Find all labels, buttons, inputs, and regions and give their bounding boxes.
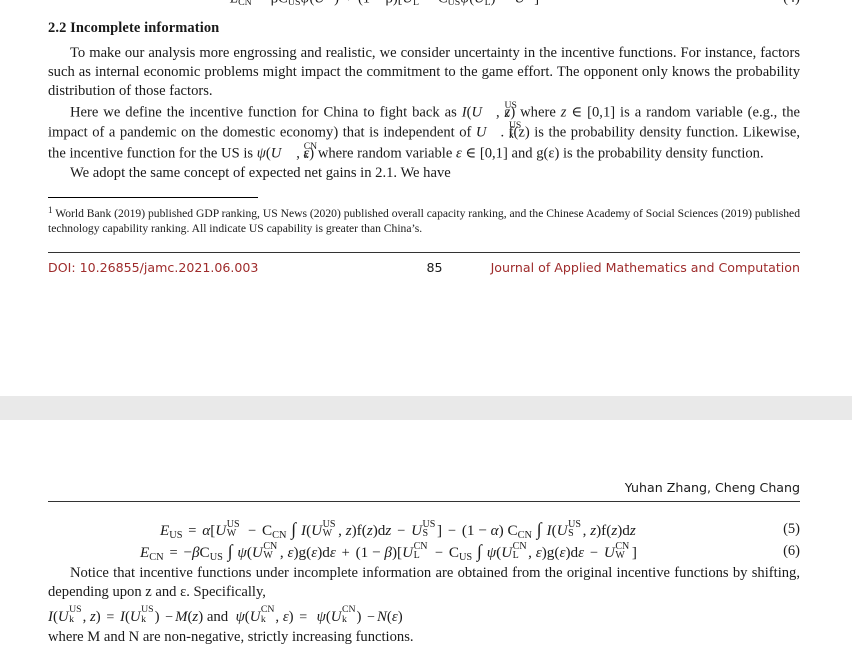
par2-text-a: Here we define the incentive function fo…: [70, 104, 462, 121]
equation-6-row: ECN = −βCUS ∫ ψ(U CN W, ε)g(ε)dε + (1 − β)…: [48, 540, 800, 563]
footnote-separator-rule: [48, 197, 258, 199]
footnote-text: World Bank (2019) published GDP ranking,…: [48, 207, 800, 236]
page-2-content: Yuhan Zhang, Cheng Chang EUS = α[U US W − …: [0, 420, 852, 647]
display-equations: EUS = α[U US W − CCN ∫ I(U US W, z)f(z)dz − …: [48, 518, 800, 563]
page-separator-gap: [0, 396, 852, 420]
par2-text-e: where random variable: [314, 145, 456, 162]
section-heading-2-2: 2.2 Incomplete information: [48, 20, 220, 36]
footnote-marker: 1: [48, 205, 53, 216]
par2-text-f: ∈ [0,1] and g(ε) is the probability dens…: [461, 145, 764, 162]
paragraph-expected-net-gains: We adopt the same concept of expected ne…: [70, 165, 451, 181]
page-number: 85: [426, 259, 443, 275]
pdf-viewer[interactable]: LCN = βCUSψ(UW) + (1 − β)[UL − CUSψ(UL) …: [0, 0, 852, 652]
math-I-symbol: I: [461, 104, 467, 121]
equation-6-body: ECN = −βCUS ∫ ψ(U CN W, ε)g(ε)dε + (1 − β)…: [140, 540, 637, 563]
inline-equation-shift-definitions: I(U US k, z) = I(U US k) − M(z) and ψ(U CN k, ε…: [48, 604, 403, 626]
paragraph-notice-shifting: Notice that incentive functions under in…: [48, 565, 800, 601]
clipped-equation-4-tag: (4): [783, 0, 800, 7]
equation-6-tag: (6): [783, 543, 800, 559]
paragraph-closing-definitions: where M and N are non-negative, strictly…: [48, 629, 414, 646]
footnote-1: 1 World Bank (2019) published GDP rankin…: [48, 203, 800, 237]
paragraph-incomplete-info-intro: To make our analysis more engrossing and…: [48, 45, 800, 100]
page-1-footer: DOI: 10.26855/jamc.2021.06.003 85 Journa…: [48, 253, 800, 275]
page-1-content: 2.2 Incomplete information To make our a…: [0, 20, 852, 275]
document-page-1: LCN = βCUSψ(UW) + (1 − β)[UL − CUSψ(UL) …: [0, 0, 852, 396]
journal-title: Journal of Applied Mathematics and Compu…: [490, 259, 800, 275]
clipped-equation-4: LCN = βCUSψ(UW) + (1 − β)[UL − CUSψ(UL) …: [230, 0, 539, 9]
paragraph-incentive-definitions: Here we define the incentive function fo…: [48, 99, 801, 162]
document-page-2: Yuhan Zhang, Cheng Chang EUS = α[U US W − …: [0, 420, 852, 652]
equation-5-tag: (5): [783, 521, 800, 537]
page-2-header-rule: [48, 501, 800, 502]
doi-link[interactable]: DOI: 10.26855/jamc.2021.06.003: [48, 260, 258, 275]
clipped-equation-4-strip: LCN = βCUSψ(UW) + (1 − β)[UL − CUSψ(UL) …: [0, 0, 852, 14]
par2-text-b: where: [515, 104, 561, 121]
running-head-authors: Yuhan Zhang, Cheng Chang: [624, 480, 800, 495]
